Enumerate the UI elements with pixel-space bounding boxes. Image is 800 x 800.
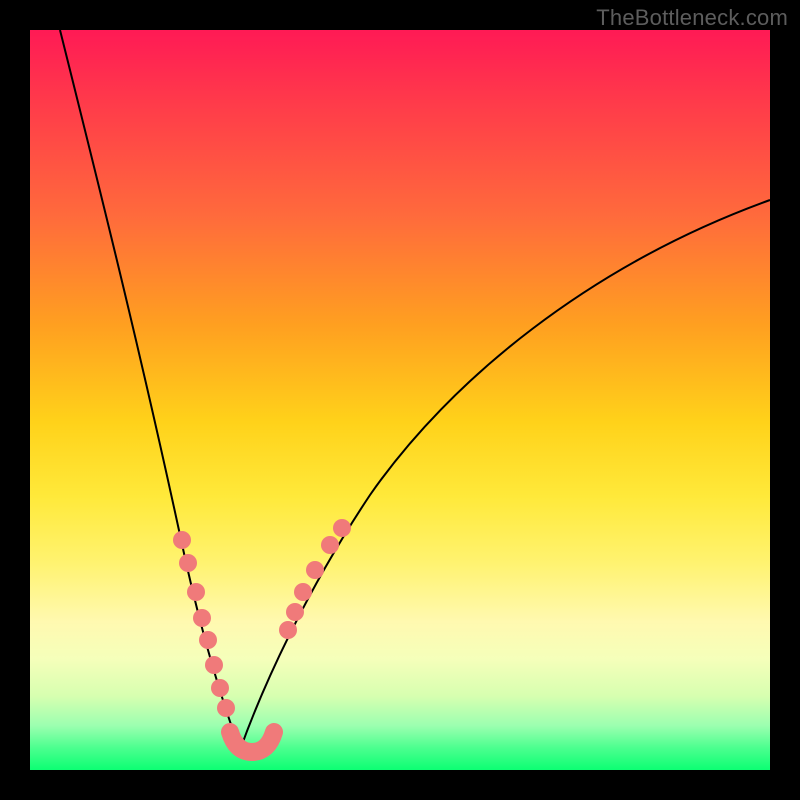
dot xyxy=(193,609,211,627)
dot xyxy=(179,554,197,572)
dot xyxy=(294,583,312,601)
plot-area xyxy=(30,30,770,770)
right-curve xyxy=(240,200,770,750)
dot xyxy=(217,699,235,717)
dot xyxy=(321,536,339,554)
dot xyxy=(205,656,223,674)
dot xyxy=(187,583,205,601)
dot xyxy=(286,603,304,621)
chart-frame: TheBottleneck.com xyxy=(0,0,800,800)
dots-left xyxy=(173,531,235,717)
dot xyxy=(306,561,324,579)
bottom-worm xyxy=(230,732,274,752)
dots-right xyxy=(279,519,351,639)
dot xyxy=(279,621,297,639)
dot xyxy=(173,531,191,549)
dot xyxy=(333,519,351,537)
dot xyxy=(199,631,217,649)
chart-svg xyxy=(30,30,770,770)
watermark-text: TheBottleneck.com xyxy=(596,5,788,31)
dot xyxy=(211,679,229,697)
